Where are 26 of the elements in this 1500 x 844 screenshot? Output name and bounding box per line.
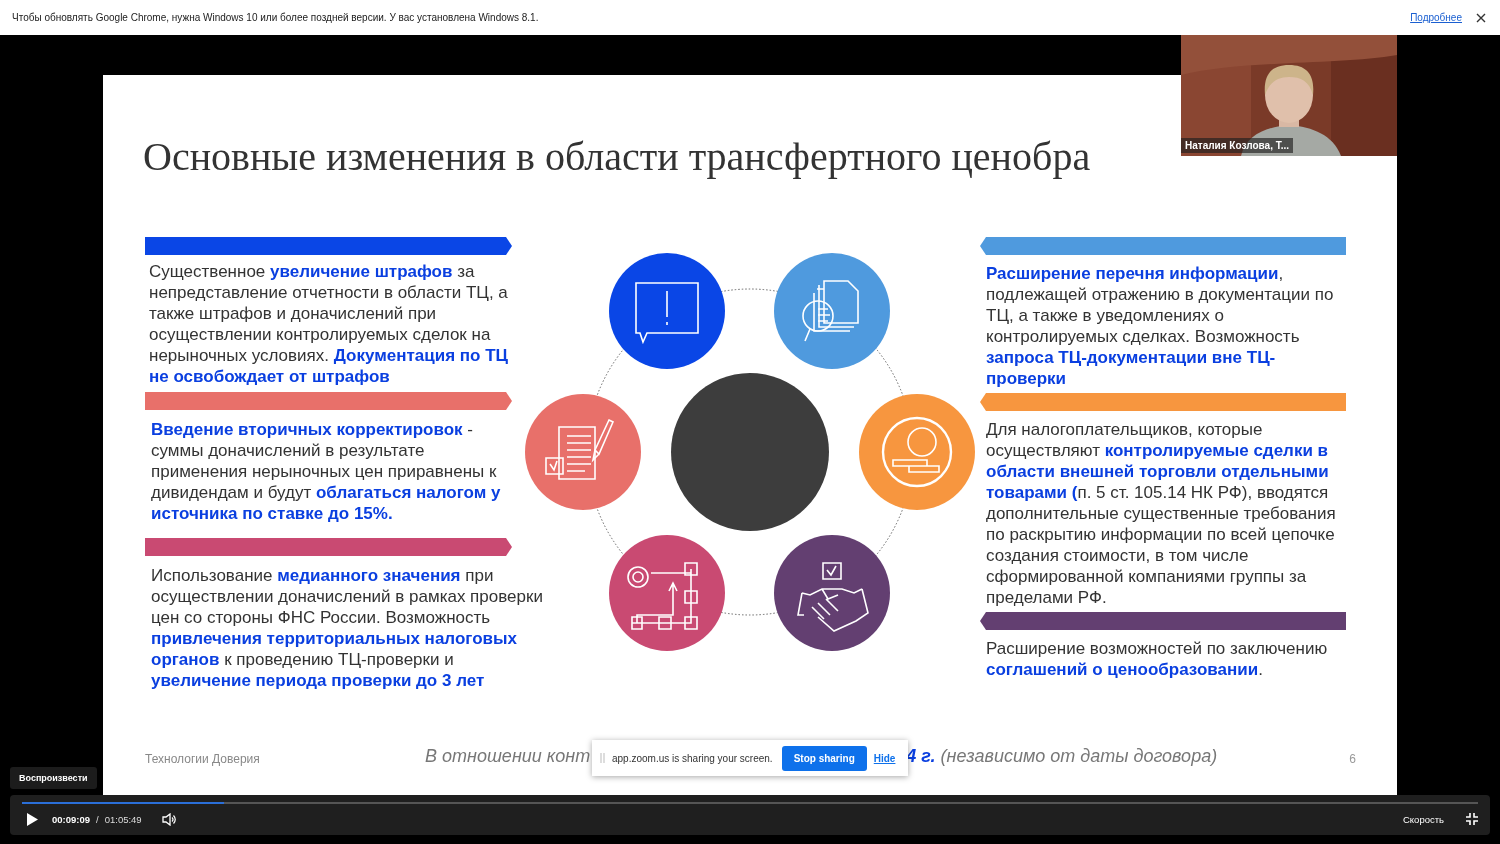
more-link[interactable]: Подробнее (1410, 12, 1462, 23)
section-text: Расширение возможностей по заключению соглашений о ценообразовании. (986, 638, 1329, 680)
play-tooltip: Воспроизвести (10, 767, 97, 789)
time-separator: / (96, 813, 99, 825)
current-time: 00:09:09 (52, 813, 91, 825)
drag-handle-icon[interactable] (600, 753, 605, 763)
footer-note: В отношении конт (425, 745, 591, 767)
share-message: app.zoom.us is sharing your screen. (612, 752, 773, 764)
update-message: Чтобы обновлять Google Chrome, нужна Windows 10 или более поздней версии. У вас установлена Windows 8.1. (12, 12, 540, 23)
section-text: Для налогоплательщиков, которые осуществляют контролируемые сделки в области внешней торговли отдельными товарами (п. 5 ст. 105.14 НК РФ), вводятся дополнительные существенные требования по раскрытию информации по всей цепочке создания стоимости, в том числе сформированной компаниями группы за пределами РФ. (986, 419, 1337, 608)
close-icon[interactable] (1476, 12, 1486, 23)
stop-sharing-button[interactable]: Stop sharing (781, 745, 867, 771)
page-number: 6 (1349, 751, 1356, 766)
duration: 01:05:49 (104, 813, 142, 825)
exit-fullscreen-icon[interactable] (1466, 813, 1478, 825)
hide-link[interactable]: Hide (873, 752, 896, 764)
section-text: Расширение перечня информации, подлежащей отражению в документации по ТЦ, а также в уведомлениях о контролируемых сделках. Возможность запроса ТЦ-документации вне ТЦ-проверки (986, 263, 1335, 389)
footer-brand: Технологии Доверия (145, 751, 261, 766)
slide-title: Основные изменения в области трансфертного ценобра (143, 133, 1091, 181)
section-text: Введение вторичных корректировок - суммы доначислений в результате применения нерыночных цен приравнены к дивидендам и будут облагаться налогом у источника по ставке до 15%. (151, 419, 502, 524)
play-icon[interactable] (26, 812, 38, 826)
volume-icon[interactable] (161, 812, 177, 826)
section-text: Использование медианного значения при осуществлении доначислений в рамках проверки цен со стороны ФНС России. Возможность привлечения территориальных налоговых органов к проведению ТЦ-проверки и увеличение периода проверки до 3 лет (151, 565, 544, 691)
speed-button[interactable]: Скорость (1402, 813, 1444, 825)
participant-name: Наталия Козлова, Т... (1181, 138, 1294, 153)
section-text: Существенное увеличение штрафов за непредставление отчетности в области ТЦ, а также штрафов и доначислений при осуществлении контролируемых сделок на нерыночных условиях. Документация по ТЦ не освобождает от штрафов (149, 261, 509, 387)
